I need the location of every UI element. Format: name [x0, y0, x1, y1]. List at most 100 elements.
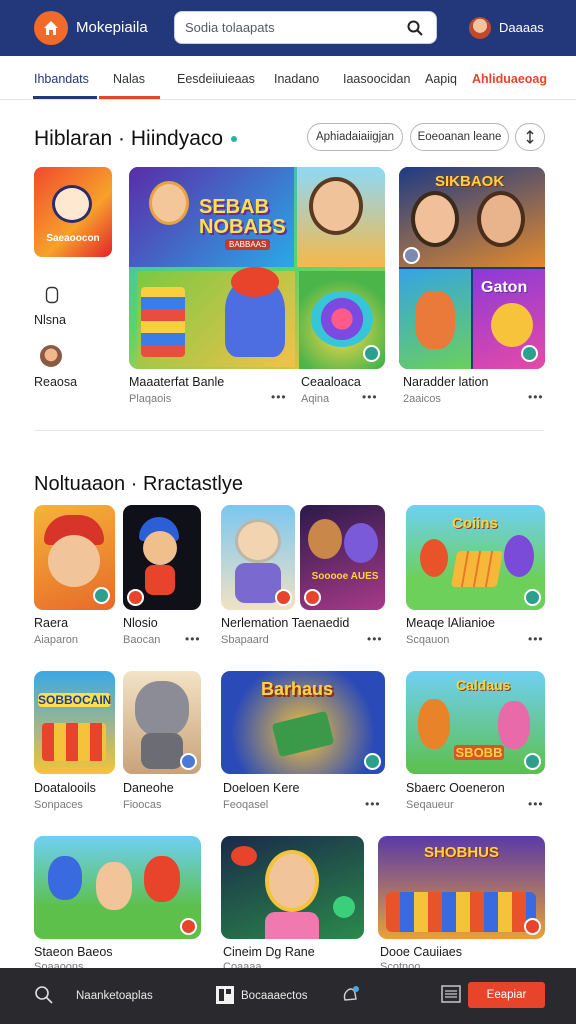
side-item-label[interactable]: Nlsna	[34, 313, 66, 327]
search-bar[interactable]	[174, 11, 437, 44]
storage-icon	[45, 286, 59, 304]
menu-list-icon[interactable]	[441, 984, 461, 1004]
game-thumbnail[interactable]: SOBBOCAIN	[34, 671, 115, 774]
tab-inadano[interactable]: Inadano	[274, 72, 319, 86]
card-title[interactable]: Cineim Dg Rane	[223, 945, 315, 959]
bottom-navigation-bar: Naanketoaplas Bocaaaectos Eeapiar	[0, 968, 576, 1024]
game-thumbnail[interactable]	[123, 505, 201, 610]
card-title[interactable]: Nlosio	[123, 616, 158, 630]
search-input[interactable]	[185, 12, 405, 43]
game-thumbnail[interactable]	[34, 836, 201, 939]
tab-nalas[interactable]: Nalas	[113, 72, 145, 86]
sort-button[interactable]	[515, 123, 545, 151]
card-title[interactable]: Staeon Baeos	[34, 945, 113, 959]
game-art-subtitle: BABBAAS	[225, 239, 271, 250]
platform-badge-icon	[93, 587, 110, 604]
more-options-icon[interactable]: •••	[528, 390, 544, 404]
live-dot-icon	[231, 136, 238, 143]
primary-cta-button[interactable]: Eeapiar	[468, 982, 545, 1008]
tab-aapiq[interactable]: Aapiq	[425, 72, 457, 86]
library-icon[interactable]	[215, 985, 235, 1005]
card-title[interactable]: Maaaterfat Banle	[129, 375, 224, 389]
game-art-title: SHOBHUS	[424, 844, 500, 861]
filter-button-2[interactable]: Eoeoanan leane	[410, 123, 509, 151]
card-subtitle: Baocan	[123, 634, 161, 646]
game-thumbnail[interactable]: Caldaus SBOBB	[406, 671, 545, 774]
game-art-title: SOBBOCAIN	[38, 693, 112, 707]
card-subtitle: Sonpaces	[34, 799, 83, 811]
side-item-label: Saeaoocon	[46, 233, 100, 244]
card-subtitle: Fioocas	[123, 799, 162, 811]
platform-badge-icon	[363, 345, 380, 362]
home-logo-icon[interactable]	[34, 11, 68, 45]
side-item-label[interactable]: Reaosa	[34, 375, 77, 389]
game-thumbnail[interactable]	[221, 505, 295, 610]
card-title[interactable]: Sbaerc Ooeneron	[406, 781, 505, 795]
game-art-title: SIKBAOK	[435, 173, 505, 190]
game-art-title: Barhaus	[261, 679, 334, 699]
user-avatar[interactable]	[469, 17, 491, 39]
more-options-icon[interactable]: •••	[367, 632, 383, 646]
card-title[interactable]: Raera	[34, 616, 68, 630]
card-subtitle: Feoqasel	[223, 799, 269, 811]
platform-badge-icon	[127, 589, 144, 606]
avatar	[40, 345, 62, 367]
featured-game-art[interactable]: SEBAB NOBABS BABBAAS	[129, 167, 385, 369]
tab-iaasoocidan[interactable]: Iaasoocidan	[343, 72, 410, 86]
section-title-featured: Hiblaran · Hiindyaco	[34, 127, 238, 151]
search-icon[interactable]	[406, 19, 424, 37]
game-thumbnail[interactable]	[123, 671, 201, 774]
card-title[interactable]: Daneohe	[123, 781, 174, 795]
more-options-icon[interactable]: •••	[185, 632, 201, 646]
platform-badge-icon	[524, 589, 541, 606]
more-options-icon[interactable]: •••	[528, 632, 544, 646]
game-art-title: Caldaus	[456, 677, 511, 693]
game-art-title: Coiins	[452, 515, 498, 532]
search-icon[interactable]	[34, 985, 54, 1005]
game-thumbnail[interactable]: Coiins	[406, 505, 545, 610]
more-options-icon[interactable]: •••	[528, 797, 544, 811]
platform-badge-icon	[524, 753, 541, 770]
more-options-icon[interactable]: •••	[365, 797, 381, 811]
card-subtitle: Scqauon	[406, 634, 450, 646]
platform-badge-icon	[403, 247, 420, 264]
card-title[interactable]: Naradder lation	[403, 375, 488, 389]
user-name[interactable]: Daaaas	[499, 20, 544, 35]
featured-game-art[interactable]: SIKBAOK Gaton	[399, 167, 545, 369]
platform-badge-icon	[180, 753, 197, 770]
top-header: Mokepiaila Daaaas	[0, 0, 576, 56]
active-tab-indicator-secondary	[99, 96, 160, 99]
category-tabs: Ihbandats Nalas Eesdeiiuieaas Inadano Ia…	[0, 56, 576, 100]
more-options-icon[interactable]: •••	[362, 390, 378, 404]
card-title[interactable]: Meaqe lAlianioe	[406, 616, 495, 630]
filter-button-1[interactable]: Aphiadaiaiigjan	[307, 123, 403, 151]
game-thumbnail[interactable]: Sooooe AUES	[300, 505, 385, 610]
game-art-title: Gaton	[481, 279, 528, 296]
game-thumbnail[interactable]	[34, 505, 115, 610]
tab-ihbandats[interactable]: Ihbandats	[34, 72, 89, 86]
platform-badge-icon	[275, 589, 292, 606]
game-thumbnail[interactable]: Barhaus	[221, 671, 385, 774]
card-subtitle: Aqina	[301, 393, 330, 405]
card-title[interactable]: Nerlemation Taenaedid	[221, 616, 349, 630]
game-thumbnail[interactable]: SHOBHUS	[378, 836, 545, 939]
notification-icon[interactable]	[339, 984, 361, 1006]
tab-eesdeiiuieaas[interactable]: Eesdeiiuieaas	[177, 72, 255, 86]
game-art-subtitle: SBOBB	[454, 745, 504, 760]
card-title[interactable]: Doeloen Kere	[223, 781, 299, 795]
game-art-title: SEBAB NOBABS	[199, 196, 286, 238]
bottom-nav-item-2[interactable]: Bocaaaectos	[241, 990, 308, 1002]
game-thumbnail[interactable]	[221, 836, 364, 939]
card-subtitle: Aiaparon	[34, 634, 79, 646]
card-subtitle: 2aaicos	[403, 393, 441, 405]
platform-badge-icon	[524, 918, 541, 935]
side-item-thumbnail[interactable]: Saeaoocon	[34, 167, 112, 257]
card-title[interactable]: Ceaaloaca	[301, 375, 361, 389]
sort-icon	[526, 130, 534, 144]
more-options-icon[interactable]: •••	[271, 390, 287, 404]
card-title[interactable]: Dooe Cauiiaes	[380, 945, 462, 959]
app-name[interactable]: Mokepiaila	[76, 19, 148, 36]
tab-ahliduaeoag[interactable]: Ahliduaeoag	[472, 72, 547, 86]
bottom-nav-item-1[interactable]: Naanketoaplas	[76, 990, 153, 1002]
card-title[interactable]: Doatalooils	[34, 781, 96, 795]
